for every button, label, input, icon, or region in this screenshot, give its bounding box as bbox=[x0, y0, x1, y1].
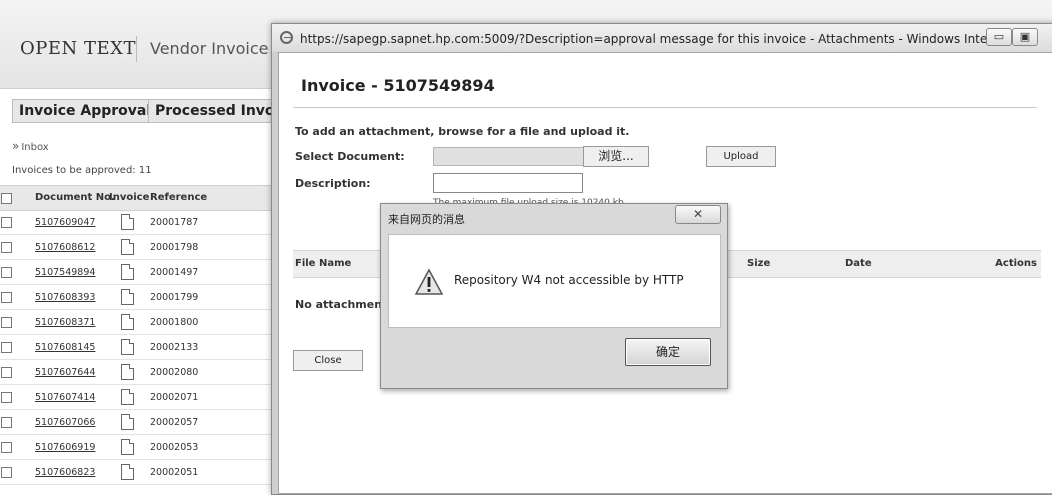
table-row: 5107606823 20002051 bbox=[0, 460, 272, 485]
reference-cell: 20002133 bbox=[150, 342, 199, 353]
col-date[interactable]: Date bbox=[845, 258, 872, 269]
row-checkbox[interactable] bbox=[1, 367, 12, 378]
row-checkbox[interactable] bbox=[1, 467, 12, 478]
row-checkbox[interactable] bbox=[1, 267, 12, 278]
document-link[interactable]: 5107608393 bbox=[35, 292, 95, 303]
tab-processed-invoices[interactable]: Processed Invoices bbox=[148, 99, 278, 123]
col-reference[interactable]: Reference bbox=[150, 192, 207, 203]
document-icon[interactable] bbox=[121, 264, 134, 280]
table-row: 5107608393 20001799 bbox=[0, 285, 272, 310]
double-chevron-icon: » bbox=[12, 139, 20, 153]
dialog-message: Repository W4 not accessible by HTTP bbox=[454, 273, 684, 287]
document-link[interactable]: 5107609047 bbox=[35, 217, 95, 228]
reference-cell: 20001800 bbox=[150, 317, 199, 328]
table-row: 5107608612 20001798 bbox=[0, 235, 272, 260]
table-row: 5107608145 20002133 bbox=[0, 335, 272, 360]
window-titlebar[interactable]: https://sapegp.sapnet.hp.com:5009/?Descr… bbox=[272, 24, 1052, 52]
document-link[interactable]: 5107549894 bbox=[35, 267, 95, 278]
reference-cell: 20001798 bbox=[150, 242, 199, 253]
row-checkbox[interactable] bbox=[1, 317, 12, 328]
opentext-logo: OPEN TEXT bbox=[20, 38, 136, 59]
col-size[interactable]: Size bbox=[747, 258, 770, 269]
document-link[interactable]: 5107607644 bbox=[35, 367, 95, 378]
file-path-input[interactable] bbox=[433, 147, 585, 166]
select-all-checkbox[interactable] bbox=[1, 193, 12, 204]
row-checkbox[interactable] bbox=[1, 442, 12, 453]
table-row: 5107609047 20001787 bbox=[0, 210, 272, 235]
document-link[interactable]: 5107607414 bbox=[35, 392, 95, 403]
close-button[interactable]: Close bbox=[293, 350, 363, 371]
description-label: Description: bbox=[295, 177, 371, 190]
row-checkbox[interactable] bbox=[1, 242, 12, 253]
row-checkbox[interactable] bbox=[1, 417, 12, 428]
row-checkbox[interactable] bbox=[1, 342, 12, 353]
browser-icon bbox=[280, 31, 293, 44]
ok-button[interactable]: 确定 bbox=[625, 338, 711, 366]
dialog-body: Repository W4 not accessible by HTTP bbox=[388, 234, 721, 328]
header-divider bbox=[136, 36, 137, 62]
reference-cell: 20002051 bbox=[150, 467, 199, 478]
reference-cell: 20002071 bbox=[150, 392, 199, 403]
invoice-count: Invoices to be approved: 11 bbox=[12, 165, 152, 176]
table-row: 5107549894 20001497 bbox=[0, 260, 272, 285]
table-row: 5107608371 20001800 bbox=[0, 310, 272, 335]
alert-dialog: 来自网页的消息 ✕ Repository W4 not accessible b… bbox=[380, 203, 728, 389]
browse-button[interactable]: 浏览... bbox=[583, 146, 649, 167]
document-link[interactable]: 5107606919 bbox=[35, 442, 95, 453]
dialog-title: 来自网页的消息 bbox=[388, 213, 465, 226]
dialog-close-button[interactable]: ✕ bbox=[675, 205, 721, 224]
table-row: 5107607644 20002080 bbox=[0, 360, 272, 385]
table-row: 5107607066 20002057 bbox=[0, 410, 272, 435]
tab-invoice-approval[interactable]: Invoice Approval bbox=[12, 99, 159, 123]
document-icon[interactable] bbox=[121, 464, 134, 480]
reference-cell: 20002053 bbox=[150, 442, 199, 453]
breadcrumb[interactable]: » Inbox bbox=[12, 139, 49, 153]
document-link[interactable]: 5107608145 bbox=[35, 342, 95, 353]
breadcrumb-inbox[interactable]: Inbox bbox=[21, 142, 48, 153]
document-link[interactable]: 5107607066 bbox=[35, 417, 95, 428]
maximize-button[interactable]: ▣ bbox=[1012, 28, 1038, 46]
upload-instruction: To add an attachment, browse for a file … bbox=[295, 125, 630, 138]
document-link[interactable]: 5107608612 bbox=[35, 242, 95, 253]
reference-cell: 20001497 bbox=[150, 267, 199, 278]
col-actions[interactable]: Actions bbox=[995, 258, 1037, 269]
col-invoice[interactable]: Invoice bbox=[109, 192, 149, 203]
document-link[interactable]: 5107606823 bbox=[35, 467, 95, 478]
row-checkbox[interactable] bbox=[1, 392, 12, 403]
document-icon[interactable] bbox=[121, 239, 134, 255]
document-icon[interactable] bbox=[121, 439, 134, 455]
invoice-table-header: Document No. Invoice Reference bbox=[0, 185, 272, 211]
document-icon[interactable] bbox=[121, 414, 134, 430]
table-row: 5107606919 20002053 bbox=[0, 435, 272, 460]
app-title: Vendor Invoice bbox=[150, 39, 269, 58]
upload-button[interactable]: Upload bbox=[706, 146, 776, 167]
reference-cell: 20001799 bbox=[150, 292, 199, 303]
row-checkbox[interactable] bbox=[1, 217, 12, 228]
minimize-button[interactable]: ▭ bbox=[986, 28, 1012, 46]
table-row: 5107607414 20002071 bbox=[0, 385, 272, 410]
reference-cell: 20002080 bbox=[150, 367, 199, 378]
document-icon[interactable] bbox=[121, 214, 134, 230]
document-icon[interactable] bbox=[121, 289, 134, 305]
col-file-name[interactable]: File Name bbox=[295, 258, 351, 269]
document-icon[interactable] bbox=[121, 339, 134, 355]
document-icon[interactable] bbox=[121, 389, 134, 405]
reference-cell: 20001787 bbox=[150, 217, 199, 228]
document-link[interactable]: 5107608371 bbox=[35, 317, 95, 328]
invoice-title: Invoice - 5107549894 bbox=[301, 76, 495, 95]
document-icon[interactable] bbox=[121, 364, 134, 380]
invoice-table-body: 5107609047 20001787 5107608612 20001798 51… bbox=[0, 210, 272, 485]
description-input[interactable] bbox=[433, 173, 583, 193]
row-checkbox[interactable] bbox=[1, 292, 12, 303]
window-title: https://sapegp.sapnet.hp.com:5009/?Descr… bbox=[300, 32, 1005, 46]
reference-cell: 20002057 bbox=[150, 417, 199, 428]
select-document-label: Select Document: bbox=[295, 150, 405, 163]
document-icon[interactable] bbox=[121, 314, 134, 330]
warning-icon bbox=[414, 268, 444, 295]
col-document-no[interactable]: Document No. bbox=[35, 192, 115, 203]
title-divider bbox=[293, 107, 1037, 108]
